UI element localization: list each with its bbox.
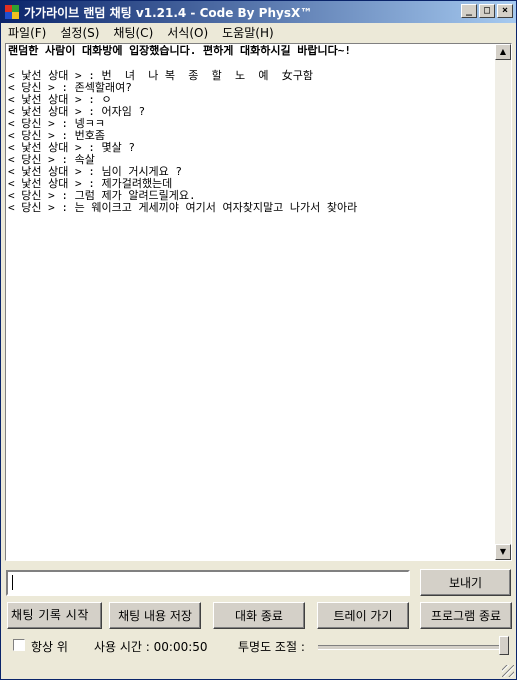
always-on-top-checkbox[interactable]: [13, 639, 25, 651]
opacity-label: 투명도 조절 :: [238, 640, 305, 654]
tray-button[interactable]: 트레이 가기: [317, 602, 409, 629]
usage-time: 사용 시간 : 00:00:50: [94, 640, 208, 654]
menu-bar: 파일(F) 설정(S) 채팅(C) 서식(O) 도움말(H): [1, 23, 516, 42]
maximize-button[interactable]: □: [479, 4, 495, 18]
opacity-slider[interactable]: [318, 645, 506, 650]
opacity-slider-thumb[interactable]: [499, 636, 509, 655]
always-on-top-label[interactable]: 항상 위: [31, 638, 68, 655]
resize-grip-icon[interactable]: [502, 665, 514, 677]
chat-scrollbar[interactable]: ▲ ▼: [495, 44, 511, 560]
chat-message: < 당신 > : 는 웨이크고 게세끼야 여기서 여자찾지말고 나가서 찾아라: [8, 201, 358, 214]
options-row: 항상 위 사용 시간 : 00:00:50 투명도 조절 :: [1, 633, 516, 657]
close-button[interactable]: ×: [497, 4, 513, 18]
save-chat-button[interactable]: 채팅 내용 저장: [109, 602, 201, 629]
end-chat-button[interactable]: 대화 종료: [213, 602, 305, 629]
scroll-up-icon[interactable]: ▲: [495, 44, 511, 60]
menu-chat[interactable]: 채팅(C): [106, 24, 160, 41]
window-title: 가가라이브 랜덤 채팅 v1.21.4 - Code By PhysX™: [24, 5, 313, 20]
message-input-box[interactable]: [6, 570, 410, 596]
message-input[interactable]: [8, 572, 408, 594]
menu-settings[interactable]: 설정(S): [53, 24, 106, 41]
menu-format[interactable]: 서식(O): [160, 24, 215, 41]
start-log-button[interactable]: 채팅 기록 시작: [7, 602, 102, 629]
exit-button[interactable]: 프로그램 종료: [420, 602, 512, 629]
scroll-down-icon[interactable]: ▼: [495, 544, 511, 560]
menu-help[interactable]: 도움말(H): [215, 24, 281, 41]
chat-notice: 랜덤한 사람이 대화방에 입장했습니다. 편하게 대화하시길 바랍니다~!: [8, 45, 351, 57]
menu-file[interactable]: 파일(F): [1, 24, 53, 41]
text-caret: [12, 575, 13, 590]
chat-log[interactable]: 랜덤한 사람이 대화방에 입장했습니다. 편하게 대화하시길 바랍니다~! < …: [5, 43, 512, 561]
title-bar[interactable]: 가가라이브 랜덤 채팅 v1.21.4 - Code By PhysX™ _ □…: [1, 1, 516, 23]
status-bar: [1, 659, 516, 679]
app-logo-icon: [5, 5, 19, 19]
app-window: 가가라이브 랜덤 채팅 v1.21.4 - Code By PhysX™ _ □…: [0, 0, 517, 680]
send-button[interactable]: 보내기: [420, 569, 511, 596]
minimize-button[interactable]: _: [461, 4, 477, 18]
